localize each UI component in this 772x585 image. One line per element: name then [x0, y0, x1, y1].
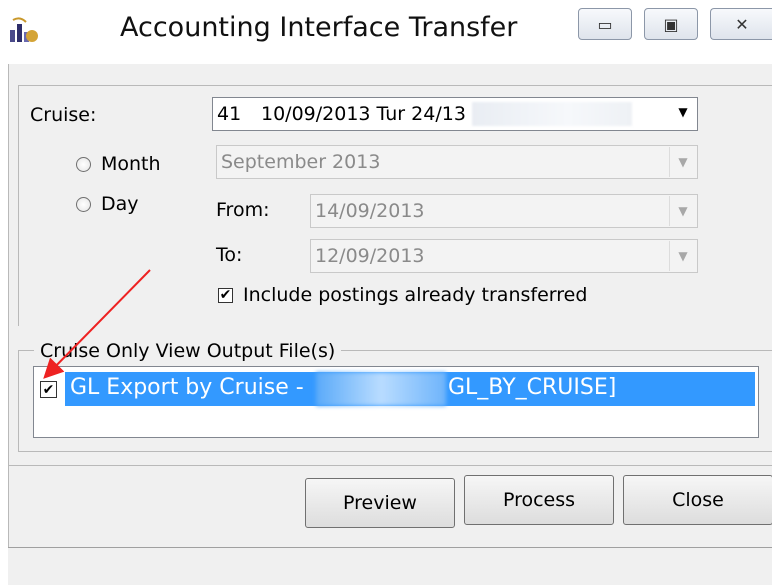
redacted-text	[471, 102, 632, 126]
close-icon: ✕	[735, 14, 749, 34]
radio-button[interactable]	[76, 196, 91, 212]
process-button[interactable]: Process	[464, 475, 614, 525]
maximize-button[interactable]: ▣	[644, 8, 698, 40]
from-value: 14/09/2013	[315, 200, 425, 222]
day-radio[interactable]: Day	[76, 193, 139, 215]
cruise-label: Cruise:	[30, 104, 97, 126]
output-files-list[interactable]: ✔ GL Export by Cruise - GL_BY_CRUISE]	[33, 366, 759, 438]
app-icon	[8, 16, 42, 46]
divider	[8, 465, 772, 466]
window-title: Accounting Interface Transfer	[120, 12, 518, 43]
month-value: September 2013	[221, 151, 381, 173]
include-label: Include postings already transferred	[243, 284, 588, 306]
include-transferred-option[interactable]: ✔ Include postings already transferred	[218, 284, 587, 306]
close-button[interactable]: Close	[623, 475, 772, 525]
from-date-select[interactable]: 14/09/2013 ▼	[310, 194, 698, 228]
output-file-name: GL Export by Cruise -	[70, 375, 304, 400]
from-label: From:	[216, 199, 270, 221]
cruise-description: 10/09/2013 Tur 24/13	[261, 103, 466, 125]
to-label: To:	[216, 244, 243, 266]
output-file-code: GL_BY_CRUISE]	[448, 375, 617, 400]
chevron-down-icon[interactable]: ▼	[669, 147, 696, 177]
minimize-button[interactable]: ▭	[578, 8, 632, 40]
close-window-button[interactable]: ✕	[710, 8, 772, 40]
to-value: 12/09/2013	[315, 245, 425, 267]
chevron-down-icon[interactable]: ▼	[669, 196, 696, 226]
to-date-select[interactable]: 12/09/2013 ▼	[310, 239, 698, 273]
checkmark-icon: ✔	[219, 287, 232, 303]
status-bar	[8, 547, 772, 585]
minimize-icon: ▭	[597, 14, 613, 34]
month-select[interactable]: September 2013 ▼	[216, 145, 698, 179]
cruise-id: 41	[217, 103, 242, 125]
preview-button[interactable]: Preview	[305, 478, 455, 528]
checkmark-icon: ✔	[42, 381, 55, 398]
cruise-select[interactable]: 41 10/09/2013 Tur 24/13 ▼	[212, 97, 698, 131]
month-label: Month	[101, 153, 161, 175]
chevron-down-icon[interactable]: ▼	[669, 241, 696, 271]
chevron-down-icon[interactable]: ▼	[670, 99, 696, 125]
maximize-icon: ▣	[663, 14, 679, 34]
redacted-text	[316, 372, 446, 406]
output-file-checkbox[interactable]: ✔	[40, 381, 57, 398]
radio-button[interactable]	[76, 156, 91, 172]
month-radio[interactable]: Month	[76, 153, 161, 175]
title-bar: Accounting Interface Transfer ▭ ▣ ✕	[0, 0, 772, 60]
include-checkbox[interactable]: ✔	[218, 287, 233, 303]
output-group-label: Cruise Only View Output File(s)	[34, 340, 342, 362]
day-label: Day	[101, 193, 139, 215]
